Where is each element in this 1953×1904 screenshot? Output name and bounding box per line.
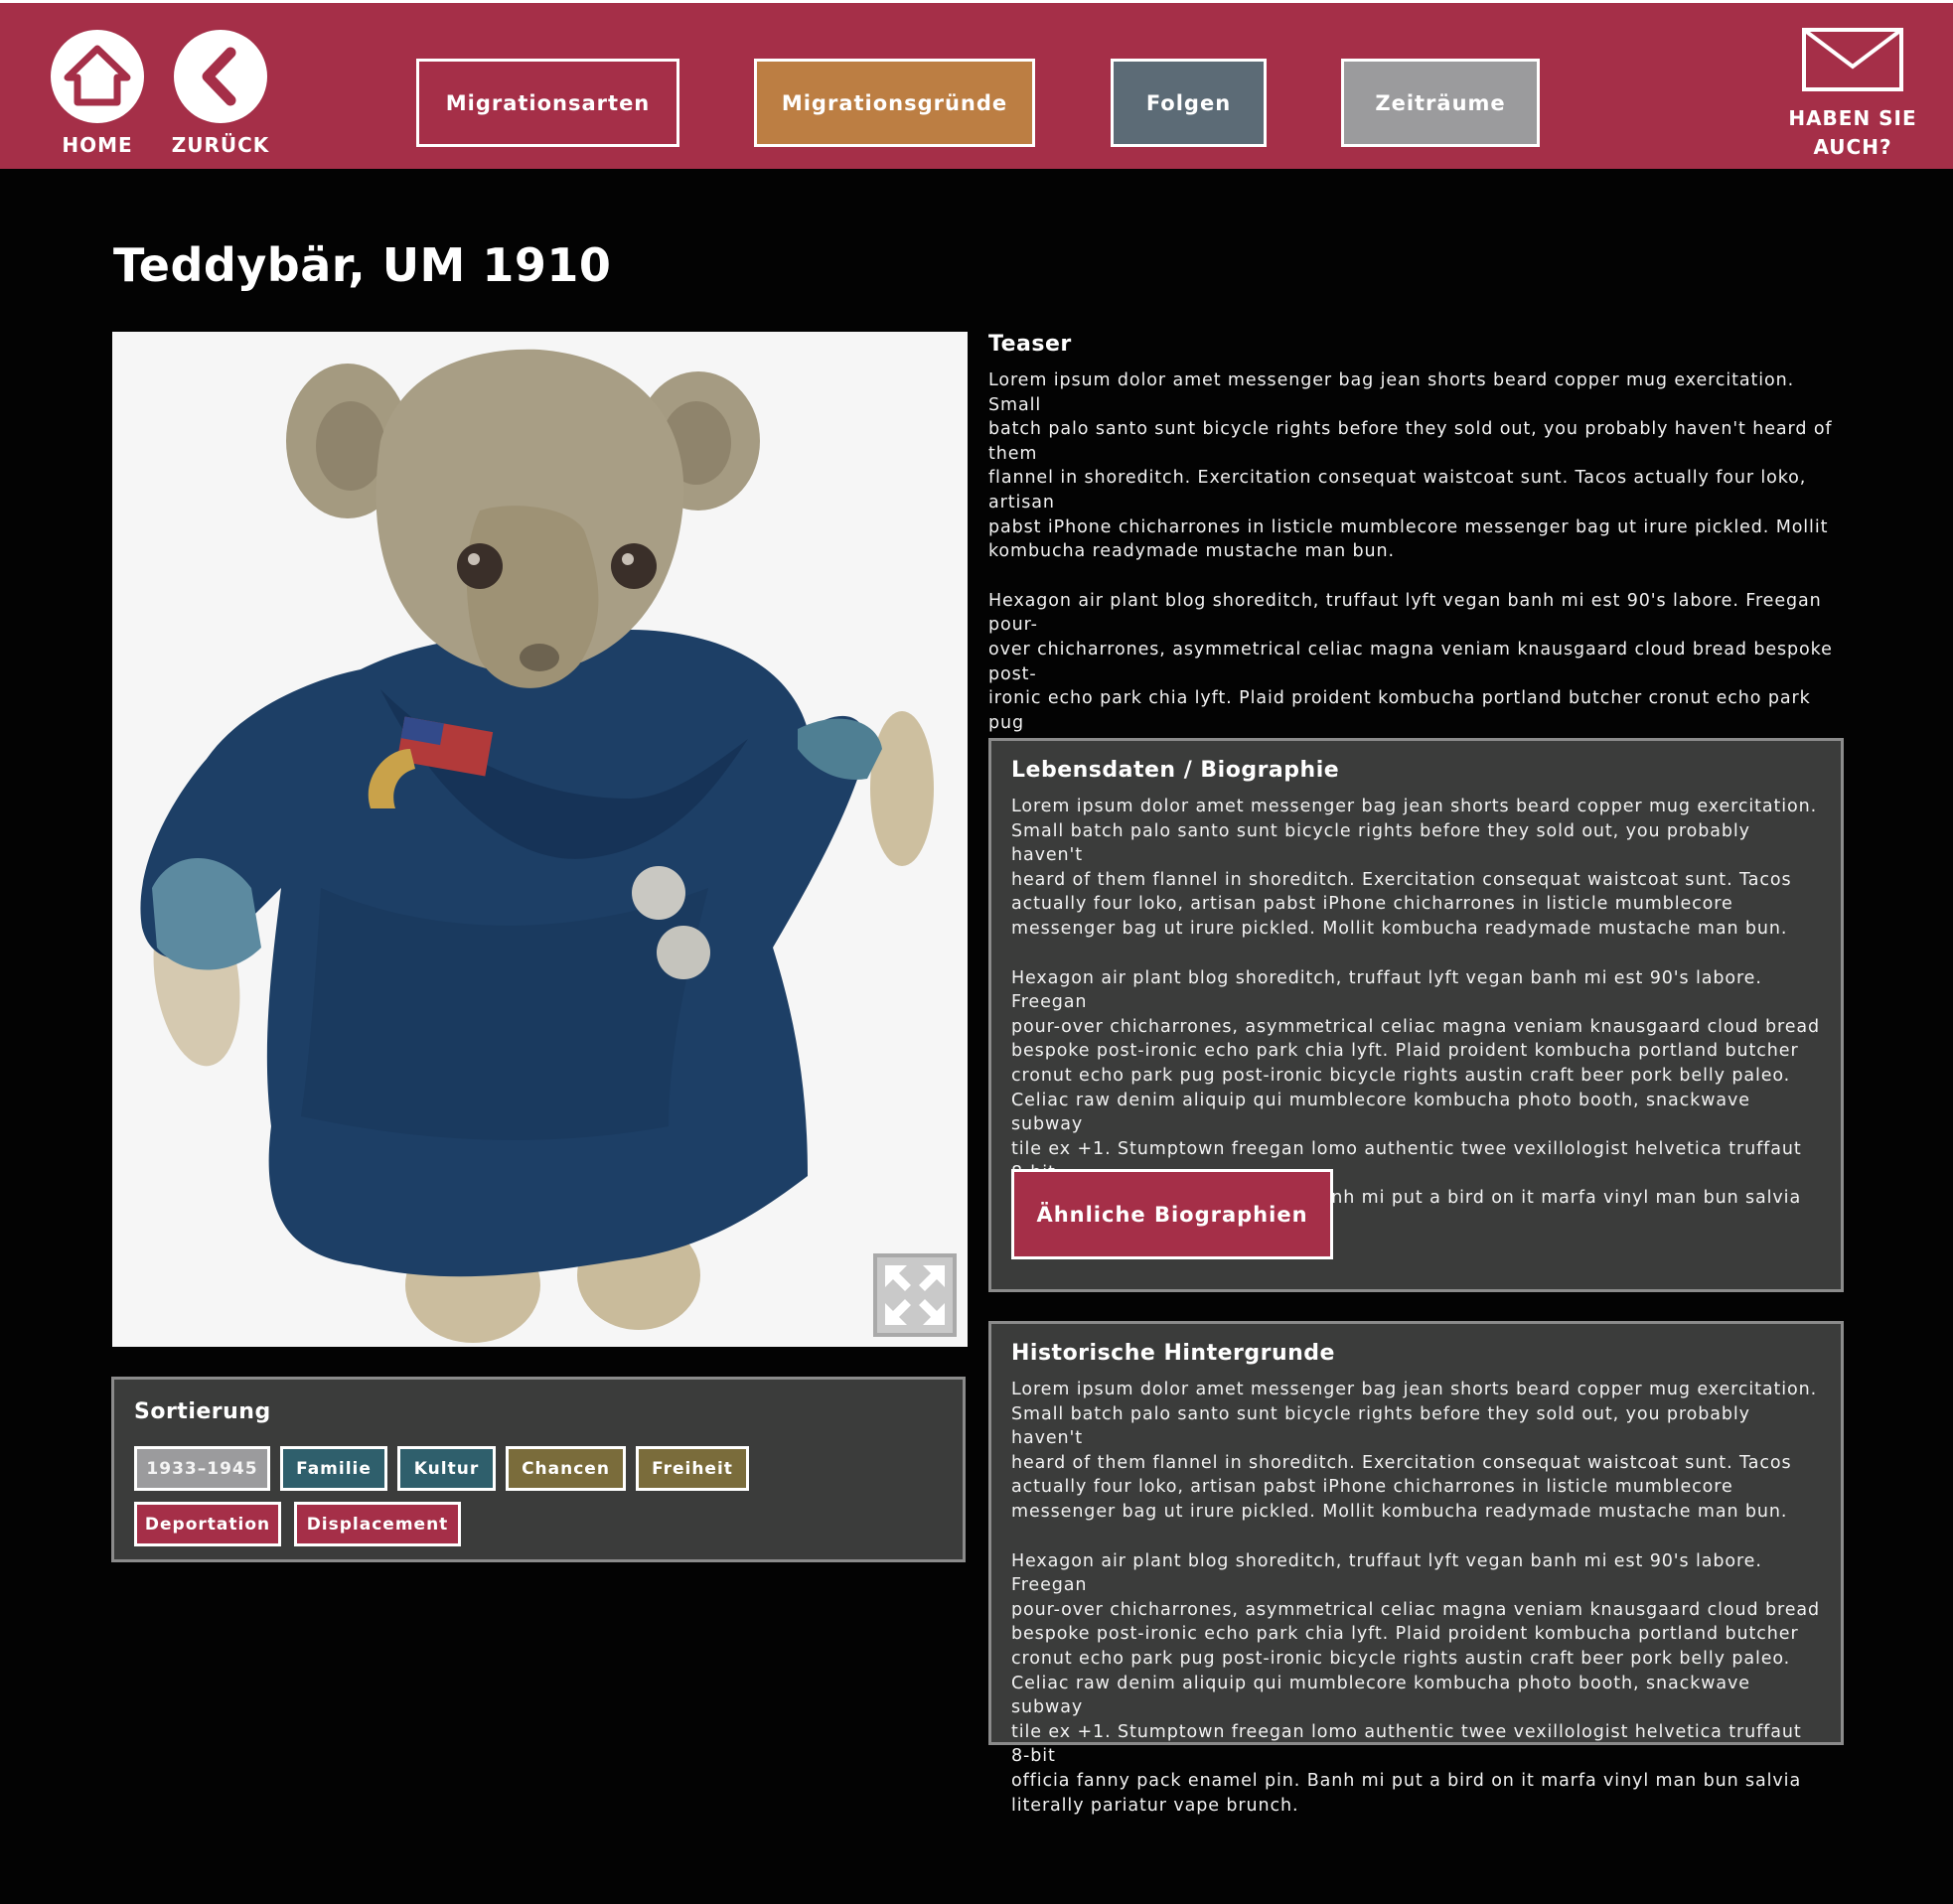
- similar-biographies-button[interactable]: Ähnliche Biographien: [1011, 1169, 1333, 1259]
- top-navigation-bar: HOME ZURÜCK Migrationsarten Migrationsgr…: [0, 0, 1953, 169]
- history-title: Historische Hintergrunde: [1011, 1341, 1335, 1366]
- biography-panel: Lebensdaten / Biographie Lorem ipsum dol…: [988, 738, 1844, 1292]
- page-title: Teddybär, UM 1910: [113, 238, 612, 292]
- tag-1933-1945[interactable]: 1933–1945: [134, 1446, 270, 1491]
- back-button[interactable]: ZURÜCK: [171, 30, 270, 157]
- haben-sie-label-line1: HABEN SIE: [1788, 106, 1917, 130]
- sorting-title: Sortierung: [134, 1399, 271, 1424]
- tag-familie[interactable]: Familie: [280, 1446, 387, 1491]
- sorting-panel: Sortierung 1933–1945 Familie Kultur Chan…: [111, 1377, 966, 1562]
- chevron-left-icon: [174, 30, 267, 123]
- tag-chancen[interactable]: Chancen: [506, 1446, 626, 1491]
- nav-zeitraeume-button[interactable]: Zeiträume: [1341, 59, 1540, 147]
- envelope-icon: [1802, 28, 1903, 91]
- home-label: HOME: [62, 133, 133, 157]
- tag-freiheit[interactable]: Freiheit: [636, 1446, 749, 1491]
- history-panel: Historische Hintergrunde Lorem ipsum dol…: [988, 1321, 1844, 1816]
- teaser-title: Teaser: [988, 332, 1072, 357]
- back-label: ZURÜCK: [171, 133, 270, 157]
- tag-displacement[interactable]: Displacement: [294, 1502, 461, 1546]
- history-paragraph-2: Hexagon air plant blog shoreditch, truff…: [1011, 1550, 1821, 1816]
- nav-migrationsgruende-button[interactable]: Migrationsgründe: [754, 59, 1035, 147]
- biography-paragraph-1: Lorem ipsum dolor amet messenger bag jea…: [1011, 797, 1818, 939]
- haben-sie-auch-label: HABEN SIE AUCH?: [1783, 104, 1922, 162]
- haben-sie-auch-button[interactable]: HABEN SIE AUCH?: [1783, 27, 1922, 162]
- tag-kultur[interactable]: Kultur: [397, 1446, 496, 1491]
- expand-image-button[interactable]: [873, 1253, 957, 1337]
- home-icon: [51, 30, 144, 123]
- object-image[interactable]: [112, 332, 968, 1347]
- teddy-bear-illustration: [140, 349, 934, 1343]
- biography-title: Lebensdaten / Biographie: [1011, 758, 1340, 783]
- history-paragraph-1: Lorem ipsum dolor amet messenger bag jea…: [1011, 1380, 1818, 1522]
- expand-arrows-icon: [885, 1265, 945, 1325]
- haben-sie-label-line2: AUCH?: [1813, 135, 1892, 159]
- home-button[interactable]: HOME: [48, 30, 147, 157]
- tag-deportation[interactable]: Deportation: [134, 1502, 281, 1546]
- teaser-paragraph-1: Lorem ipsum dolor amet messenger bag jea…: [988, 370, 1833, 562]
- nav-migrationsarten-button[interactable]: Migrationsarten: [416, 59, 679, 147]
- nav-folgen-button[interactable]: Folgen: [1111, 59, 1267, 147]
